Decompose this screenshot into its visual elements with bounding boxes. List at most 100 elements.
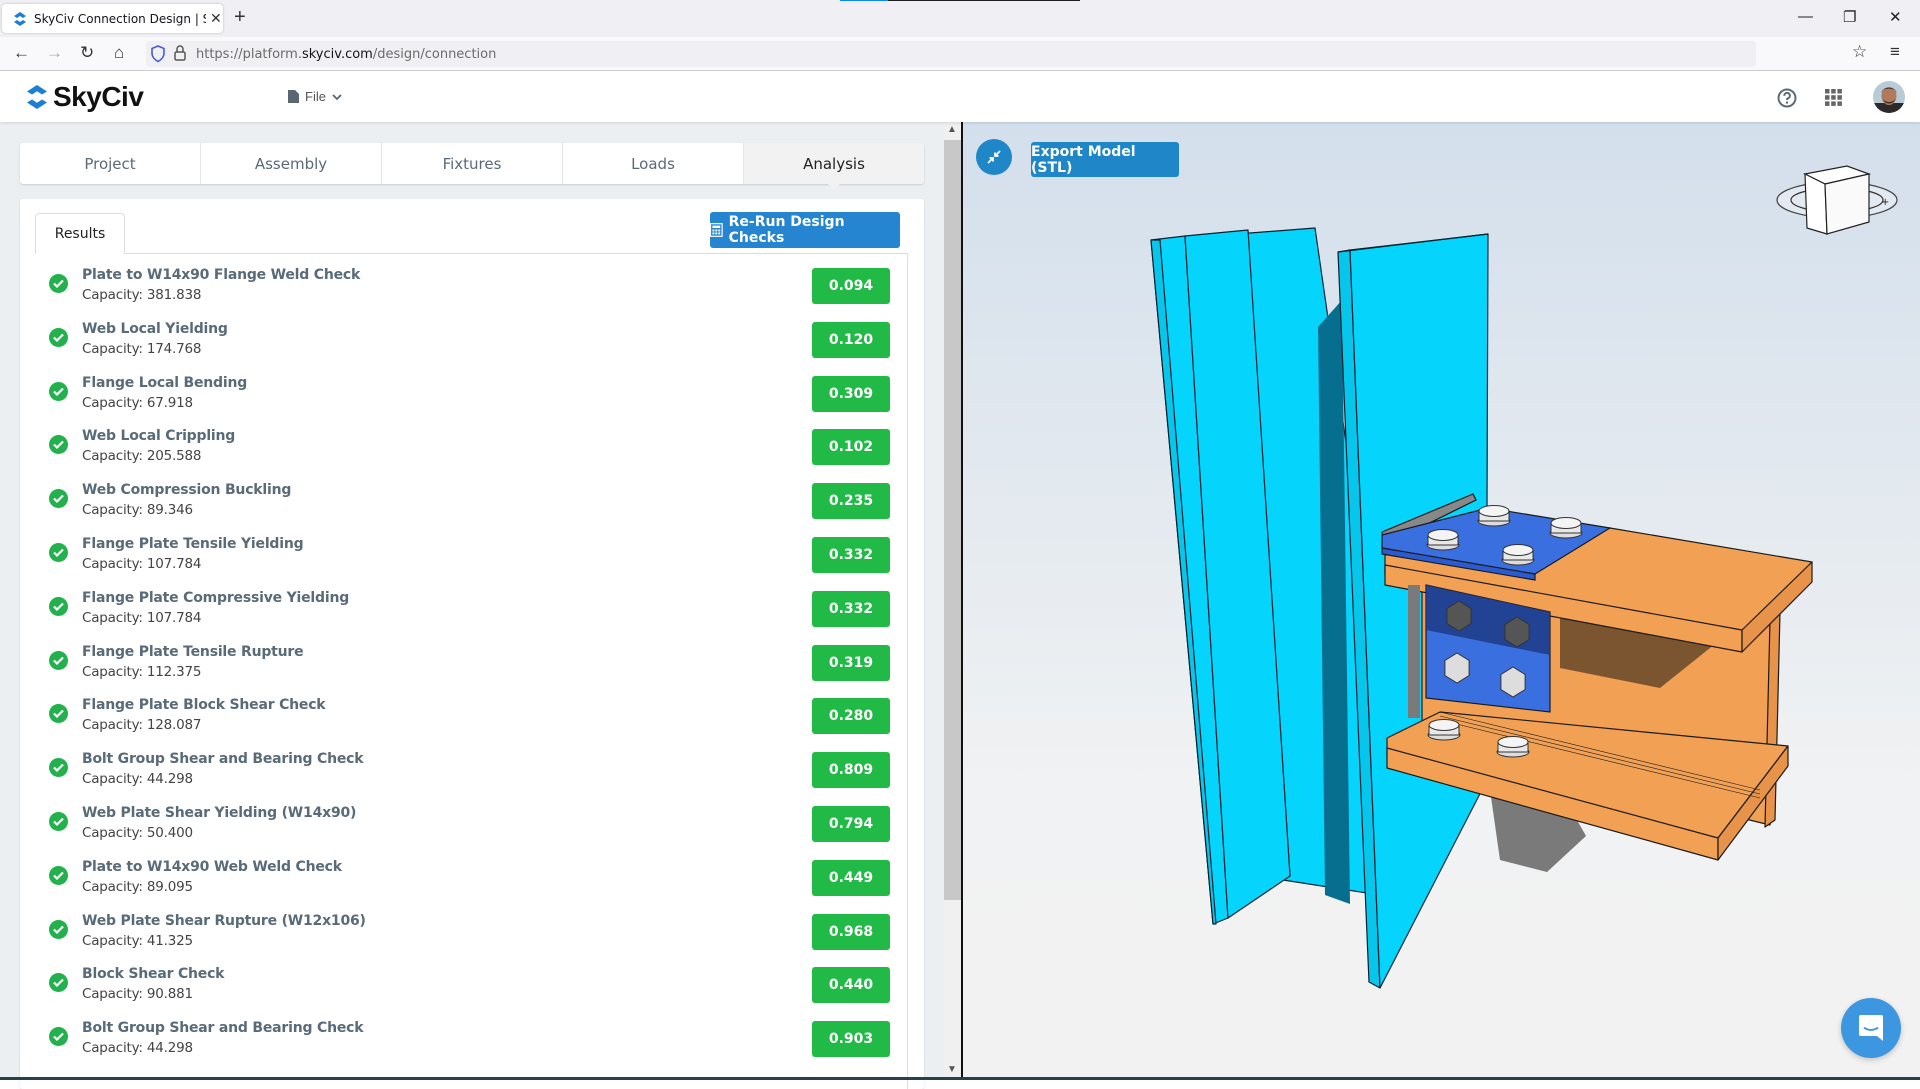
browser-tab[interactable]: SkyCiv Connection Design | SkyCiv ✕ (2, 4, 223, 33)
utilization-ratio-badge[interactable]: 0.319 (812, 644, 890, 681)
check-title: Plate to W14x90 Web Weld Check (82, 858, 342, 875)
rerun-design-checks-button[interactable]: Re-Run Design Checks (710, 212, 900, 248)
bolt-head (1501, 544, 1535, 566)
step-fixtures[interactable]: Fixtures (382, 143, 563, 184)
apps-grid-icon[interactable] (1825, 89, 1842, 106)
utilization-ratio-badge[interactable]: 0.440 (812, 967, 890, 1004)
results-list: Plate to W14x90 Flange Weld Check Capacit… (20, 262, 907, 1069)
step-assembly[interactable]: Assembly (201, 143, 382, 184)
chevron-down-icon (332, 93, 342, 100)
browser-tab-title: SkyCiv Connection Design | SkyCiv (34, 11, 206, 26)
left-panel-scrollbar[interactable]: ▲ ▼ (944, 122, 961, 1080)
check-title: Web Plate Shear Rupture (W12x106) (82, 912, 366, 929)
pass-check-icon (49, 919, 68, 939)
utilization-ratio-badge[interactable]: 0.120 (812, 321, 890, 358)
utilization-ratio-badge[interactable]: 0.794 (812, 805, 890, 842)
3d-viewer[interactable]: Export Model (STL) + (963, 122, 1920, 1080)
utilization-ratio-badge[interactable]: 0.309 (812, 375, 890, 412)
step-loads[interactable]: Loads (563, 143, 744, 184)
check-title: Web Local Yielding (82, 320, 228, 337)
reload-icon[interactable]: ↻ (80, 43, 94, 63)
lock-icon[interactable] (173, 44, 187, 62)
result-row[interactable]: Web Plate Shear Rupture (W12x106) Capacit… (20, 908, 907, 962)
result-row[interactable]: Web Local Crippling Capacity: 205.588 0.10… (20, 423, 907, 477)
check-title: Plate to W14x90 Flange Weld Check (82, 267, 361, 283)
result-row[interactable]: Flange Plate Compressive Yielding Capacit… (20, 585, 907, 639)
utilization-ratio-badge[interactable]: 0.280 (812, 698, 890, 735)
scrollbar-thumb[interactable] (944, 140, 961, 900)
step-analysis[interactable]: Analysis (744, 143, 924, 190)
utilization-ratio-badge[interactable]: 0.449 (812, 859, 890, 896)
check-capacity: Capacity: 41.325 (82, 932, 193, 949)
bolt-head (1496, 736, 1530, 758)
file-menu[interactable]: File (288, 89, 342, 104)
utilization-ratio-badge[interactable]: 0.094 (812, 268, 890, 304)
bolt-head (1549, 517, 1583, 539)
result-row[interactable]: Block Shear Check Capacity: 90.881 0.440 (20, 961, 907, 1015)
user-avatar[interactable] (1873, 81, 1905, 113)
browser-navbar: ← → ↻ ⌂ https://platform.skyciv.com/desi… (0, 37, 1920, 71)
result-row[interactable]: Plate to W14x90 Flange Weld Check Capacit… (20, 262, 907, 316)
check-capacity: Capacity: 128.087 (82, 717, 202, 734)
result-row[interactable]: Plate to W14x90 Web Weld Check Capacity: … (20, 854, 907, 908)
view-cube-icon[interactable]: + (1775, 162, 1905, 252)
forward-icon[interactable]: → (46, 43, 63, 63)
back-icon[interactable]: ← (13, 43, 30, 63)
result-row[interactable]: Bolt Group Shear and Bearing Check Capaci… (20, 746, 907, 800)
utilization-ratio-badge[interactable]: 0.332 (812, 590, 890, 627)
result-row[interactable]: Web Plate Shear Yielding (W14x90) Capacit… (20, 800, 907, 854)
check-title: Web Compression Buckling (82, 482, 292, 499)
pass-check-icon (49, 542, 68, 562)
bolt-head (1427, 719, 1461, 741)
browser-tab-strip: SkyCiv Connection Design | SkyCiv ✕ + — … (0, 0, 1920, 37)
result-row[interactable]: Web Local Yielding Capacity: 174.768 0.120 (20, 316, 907, 370)
help-icon[interactable] (1777, 88, 1797, 108)
scroll-up-icon[interactable]: ▲ (947, 124, 957, 135)
pass-check-icon (49, 274, 68, 293)
connection-3d-model[interactable] (963, 122, 1920, 1080)
check-title: Flange Plate Tensile Yielding (82, 535, 304, 552)
pass-check-icon (49, 704, 68, 724)
utilization-ratio-badge[interactable]: 0.903 (812, 1021, 890, 1058)
step-project[interactable]: Project (20, 143, 201, 184)
check-capacity: Capacity: 90.881 (82, 986, 193, 1003)
collapse-panel-button[interactable] (976, 139, 1012, 175)
check-capacity: Capacity: 205.588 (82, 448, 202, 465)
close-tab-icon[interactable]: ✕ (210, 11, 222, 27)
skyciv-logo-icon (27, 85, 47, 109)
bookmark-star-icon[interactable]: ☆ (1852, 42, 1867, 62)
chat-support-button[interactable] (1841, 998, 1901, 1058)
check-title: Flange Local Bending (82, 374, 248, 391)
check-capacity: Capacity: 107.784 (82, 555, 202, 572)
utilization-ratio-badge[interactable]: 0.968 (812, 913, 890, 950)
export-model-stl-button[interactable]: Export Model (STL) (1031, 142, 1179, 177)
close-window-button[interactable]: ✕ (1889, 8, 1902, 26)
new-tab-button[interactable]: + (234, 6, 246, 29)
utilization-ratio-badge[interactable]: 0.235 (812, 483, 890, 520)
check-title: Bolt Group Shear and Bearing Check (82, 751, 364, 768)
restore-button[interactable]: ❐ (1843, 8, 1856, 26)
result-row[interactable]: Web Compression Buckling Capacity: 89.346… (20, 477, 907, 531)
result-row[interactable]: Flange Local Bending Capacity: 67.918 0.30… (20, 370, 907, 424)
result-row[interactable]: Flange Plate Tensile Yielding Capacity: 1… (20, 531, 907, 585)
workflow-steps: Project Assembly Fixtures Loads Analysis (20, 143, 924, 190)
collapse-arrows-icon (987, 150, 1001, 164)
url-text[interactable]: https://platform.skyciv.com/design/conne… (196, 47, 496, 62)
result-row[interactable]: Flange Plate Tensile Rupture Capacity: 11… (20, 639, 907, 693)
shield-icon[interactable] (150, 45, 166, 63)
minimize-button[interactable]: — (1798, 8, 1813, 25)
utilization-ratio-badge[interactable]: 0.102 (812, 429, 890, 466)
utilization-ratio-badge[interactable]: 0.332 (812, 536, 890, 573)
file-icon (288, 90, 299, 103)
menu-hamburger-icon[interactable]: ≡ (1890, 42, 1900, 62)
tab-results[interactable]: Results (35, 213, 125, 254)
result-row[interactable]: Flange Plate Block Shear Check Capacity: … (20, 692, 907, 746)
home-icon[interactable]: ⌂ (114, 43, 124, 63)
scroll-down-icon[interactable]: ▼ (947, 1064, 957, 1075)
pass-check-icon (49, 1027, 68, 1047)
result-row[interactable]: Bolt Group Shear and Bearing Check Capaci… (20, 1015, 907, 1069)
skyciv-logo[interactable]: SkyCiv (25, 81, 144, 113)
pass-check-icon (49, 811, 68, 831)
check-capacity: Capacity: 381.838 (82, 287, 202, 303)
utilization-ratio-badge[interactable]: 0.809 (812, 752, 890, 789)
